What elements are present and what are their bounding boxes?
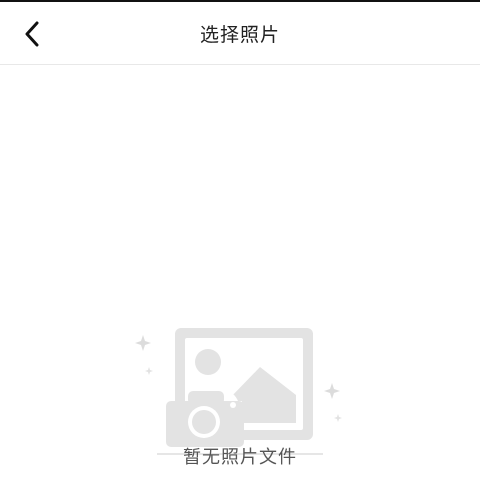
empty-state-message: 暂无照片文件	[183, 447, 297, 468]
navigation-bar: 选择照片	[0, 2, 480, 65]
page-title: 选择照片	[199, 24, 280, 46]
no-photo-illustration-icon	[135, 328, 342, 455]
